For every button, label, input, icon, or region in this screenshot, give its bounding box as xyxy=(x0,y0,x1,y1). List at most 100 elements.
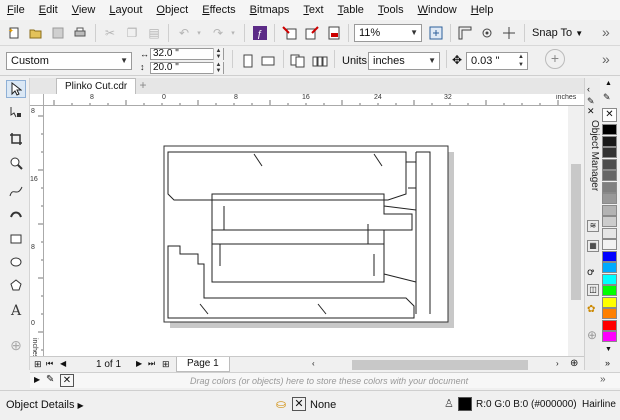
zoom-tool-icon[interactable] xyxy=(6,154,26,172)
palette-scroll-down-icon[interactable]: ▼ xyxy=(605,346,612,353)
color-swatch[interactable] xyxy=(602,239,617,250)
snap-to-dropdown[interactable]: Snap To ▼ xyxy=(532,27,583,39)
zoom-level-dropdown[interactable]: 11% ▼ xyxy=(354,24,422,42)
object-details-dropdown[interactable]: Object Details ▶ xyxy=(6,399,84,411)
new-tab-icon[interactable]: + xyxy=(136,78,150,94)
menu-layout[interactable]: Layout xyxy=(102,0,149,20)
undo-icon[interactable]: ↶ xyxy=(174,23,194,43)
color-swatch[interactable] xyxy=(602,308,617,319)
page-width-input[interactable]: 32.0 " ▲ ▼ xyxy=(150,48,224,60)
nudge-distance-input[interactable]: 0.03 " ▲ ▼ xyxy=(466,52,528,70)
color-swatch[interactable] xyxy=(602,285,617,296)
crop-tool-icon[interactable] xyxy=(6,130,26,148)
scroll-left-icon[interactable]: ‹ xyxy=(312,359,315,368)
palette-scroll-up-icon[interactable]: ▲ xyxy=(605,80,612,87)
portrait-icon[interactable] xyxy=(238,51,258,71)
document-tab[interactable]: Plinko Cut.cdr xyxy=(56,78,137,94)
color-swatch[interactable] xyxy=(602,273,617,285)
docker-tab-hints-icon[interactable]: ꝍ xyxy=(587,264,594,278)
open-folder-icon[interactable] xyxy=(26,23,46,43)
horizontal-ruler[interactable]: 8 0 8 16 24 32 inches xyxy=(44,94,584,106)
page-height-input[interactable]: 20.0 " ▲ ▼ xyxy=(150,62,224,74)
color-swatch[interactable] xyxy=(602,296,617,308)
show-rulers-icon[interactable] xyxy=(455,23,475,43)
color-swatch[interactable] xyxy=(602,216,617,227)
pick-tool-icon[interactable] xyxy=(6,80,26,98)
color-swatch[interactable] xyxy=(602,193,617,204)
color-swatch[interactable] xyxy=(602,147,617,158)
object-manager-tab[interactable]: Object Manager xyxy=(586,120,600,200)
color-swatch[interactable] xyxy=(602,262,617,273)
export-icon[interactable] xyxy=(302,23,322,43)
paste-icon[interactable]: ▤ xyxy=(144,23,164,43)
last-page-icon[interactable]: ⏭ xyxy=(148,359,155,369)
drawing-canvas[interactable] xyxy=(44,106,568,356)
menu-tools[interactable]: Tools xyxy=(371,0,411,20)
color-swatch[interactable] xyxy=(602,181,617,193)
save-icon[interactable] xyxy=(48,23,68,43)
ruler-origin[interactable] xyxy=(30,94,44,106)
docker-tab-color-icon[interactable]: ✿ xyxy=(587,304,595,315)
show-grid-icon[interactable] xyxy=(477,23,497,43)
menu-help[interactable]: Help xyxy=(464,0,501,20)
add-docker-icon[interactable]: ⊕ xyxy=(587,328,597,342)
color-swatch[interactable] xyxy=(602,227,617,239)
vertical-scroll-thumb[interactable] xyxy=(571,164,581,300)
rectangle-tool-icon[interactable] xyxy=(6,230,26,248)
spin-arrows-icon[interactable]: ▲ ▼ xyxy=(518,53,524,69)
vertical-scrollbar[interactable] xyxy=(568,106,584,356)
color-swatch[interactable] xyxy=(602,250,617,262)
palette-menu-icon[interactable]: » xyxy=(605,358,610,368)
artistic-media-tool-icon[interactable] xyxy=(6,205,26,223)
next-page-icon[interactable]: ▶ xyxy=(136,359,142,368)
horizontal-scroll-thumb[interactable] xyxy=(352,360,528,370)
docker-tab-align-icon[interactable]: ≋ xyxy=(587,220,599,232)
print-icon[interactable] xyxy=(70,23,90,43)
import-icon[interactable] xyxy=(280,23,300,43)
polygon-tool-icon[interactable] xyxy=(6,276,26,294)
menu-text[interactable]: Text xyxy=(296,0,330,20)
page-preset-dropdown[interactable]: Custom ▼ xyxy=(6,52,132,70)
color-swatch[interactable] xyxy=(602,158,617,170)
scroll-right-icon[interactable]: › xyxy=(556,359,559,368)
show-guidelines-icon[interactable] xyxy=(499,23,519,43)
add-tool-icon[interactable]: ⊕ xyxy=(6,336,26,354)
units-dropdown[interactable]: inches ▼ xyxy=(368,52,440,70)
propbar-overflow-icon[interactable]: » xyxy=(602,51,610,67)
color-swatch[interactable] xyxy=(602,124,617,135)
color-swatch[interactable] xyxy=(602,331,617,342)
landscape-icon[interactable] xyxy=(258,51,278,71)
vertical-ruler[interactable]: 8 16 8 0 inches xyxy=(30,106,44,356)
shape-tool-icon[interactable] xyxy=(6,103,26,121)
add-page-after-icon[interactable]: ⊞ xyxy=(162,359,170,370)
current-page-icon[interactable] xyxy=(310,51,330,71)
all-pages-icon[interactable] xyxy=(288,51,308,71)
menu-file[interactable]: File xyxy=(0,0,32,20)
spin-arrows-icon[interactable]: ▲ ▼ xyxy=(213,48,223,60)
color-swatch[interactable] xyxy=(602,204,617,216)
add-page-before-icon[interactable]: ⊞ xyxy=(34,359,42,370)
page-tab[interactable]: Page 1 xyxy=(176,357,230,372)
palette-menu-icon[interactable]: » xyxy=(600,374,606,385)
text-tool-icon[interactable]: A xyxy=(6,302,26,320)
no-color-swatch[interactable]: ✕ xyxy=(60,374,74,387)
publish-pdf-icon[interactable] xyxy=(324,23,344,43)
add-preset-icon[interactable]: + xyxy=(545,49,565,69)
new-document-icon[interactable]: ✦ xyxy=(4,23,24,43)
menu-table[interactable]: Table xyxy=(331,0,371,20)
color-eyedropper-icon[interactable]: ✎ xyxy=(46,374,54,385)
toolbar-overflow-icon[interactable]: » xyxy=(602,24,610,40)
palette-arrow-icon[interactable]: ▶ xyxy=(34,375,40,384)
menu-edit[interactable]: Edit xyxy=(32,0,65,20)
menu-effects[interactable]: Effects xyxy=(195,0,242,20)
previous-page-icon[interactable]: ◀ xyxy=(60,359,66,368)
no-color-swatch[interactable]: ✕ xyxy=(602,108,617,122)
docker-tab-properties-icon[interactable]: ◫ xyxy=(587,284,599,296)
first-page-icon[interactable]: ⏮ xyxy=(46,359,53,369)
menu-window[interactable]: Window xyxy=(411,0,464,20)
redo-dropdown-icon[interactable]: ▾ xyxy=(228,23,238,43)
full-screen-preview-icon[interactable] xyxy=(426,23,446,43)
close-docker-icon[interactable]: ✕ xyxy=(587,106,595,117)
ellipse-tool-icon[interactable] xyxy=(6,253,26,271)
color-swatch[interactable] xyxy=(602,135,617,147)
